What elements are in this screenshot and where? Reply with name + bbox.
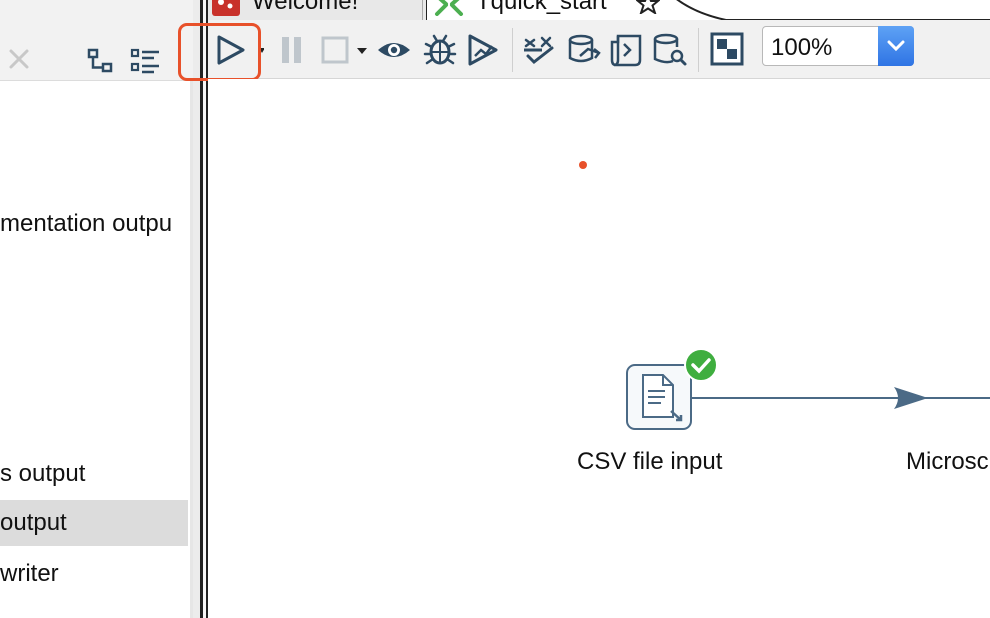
show-results-button[interactable] — [710, 32, 746, 68]
canvas-dot — [579, 161, 587, 169]
preview-icon — [378, 43, 410, 57]
debug-icon — [423, 34, 457, 65]
panel-sash[interactable] — [193, 0, 200, 618]
replay-button[interactable] — [466, 32, 502, 68]
list-item[interactable]: mentation outpu — [0, 201, 188, 247]
list-item-label: mentation outpu — [0, 210, 173, 237]
stop-icon — [321, 36, 367, 64]
zoom-value: 100% — [771, 34, 833, 61]
step-label: CSV file input — [577, 448, 723, 475]
explore-db-icon — [653, 33, 687, 66]
explore-db-button[interactable] — [652, 32, 688, 68]
tab-label: Welcome! — [252, 0, 359, 15]
impact-icon — [568, 34, 601, 63]
editor-toolbar: 100% — [208, 20, 990, 79]
hop-arrow-icon — [894, 387, 928, 409]
list-item-selected[interactable]: output — [0, 500, 188, 546]
tab-transformation[interactable]: Tquick_start — [426, 0, 990, 20]
transformation-icon — [434, 0, 464, 17]
impact-button[interactable] — [566, 32, 602, 68]
step-csv-file-input[interactable] — [625, 363, 693, 431]
tab-label: Tquick_start — [476, 0, 607, 15]
welcome-icon — [212, 0, 240, 17]
canvas-drawing — [579, 161, 990, 409]
sql-button[interactable] — [610, 32, 646, 68]
left-panel-toolbar — [0, 0, 193, 81]
list-item-label: writer — [0, 560, 59, 587]
editor-tab-bar: Welcome! Tquick_start — [208, 0, 990, 21]
step-label: Microsc — [906, 448, 989, 475]
csv-file-icon — [626, 364, 692, 430]
run-button[interactable] — [216, 32, 264, 68]
preview-button[interactable] — [376, 32, 414, 68]
zoom-select[interactable]: 100% — [762, 26, 914, 66]
run-icon — [217, 35, 264, 65]
replay-icon — [468, 34, 498, 66]
pin-icon[interactable] — [635, 0, 661, 16]
list-item[interactable]: writer — [0, 551, 188, 597]
tab-welcome[interactable]: Welcome! — [208, 0, 423, 21]
list-view-icon[interactable] — [130, 47, 160, 75]
toolbar-separator — [512, 28, 513, 72]
tree-view-icon[interactable] — [86, 47, 116, 75]
debug-button[interactable] — [422, 32, 460, 68]
show-results-icon — [710, 32, 744, 66]
sql-icon — [610, 34, 642, 67]
list-item-label: output — [0, 509, 67, 536]
verify-button[interactable] — [522, 32, 558, 68]
zoom-dropdown-button[interactable] — [878, 26, 914, 66]
transformation-canvas[interactable]: CSV file input Microsc — [208, 79, 990, 618]
toolbar-separator — [698, 28, 699, 72]
list-item-label: s output — [0, 460, 86, 487]
pause-button[interactable] — [280, 32, 306, 68]
close-icon[interactable] — [4, 44, 34, 74]
left-panel: mentation outpu s output output writer — [0, 0, 193, 618]
list-item[interactable]: s output — [0, 451, 188, 497]
verify-icon — [524, 36, 554, 64]
stop-button[interactable] — [320, 32, 370, 68]
status-ok-icon — [684, 348, 718, 387]
chevron-down-icon — [887, 40, 905, 52]
pause-icon — [282, 37, 301, 63]
